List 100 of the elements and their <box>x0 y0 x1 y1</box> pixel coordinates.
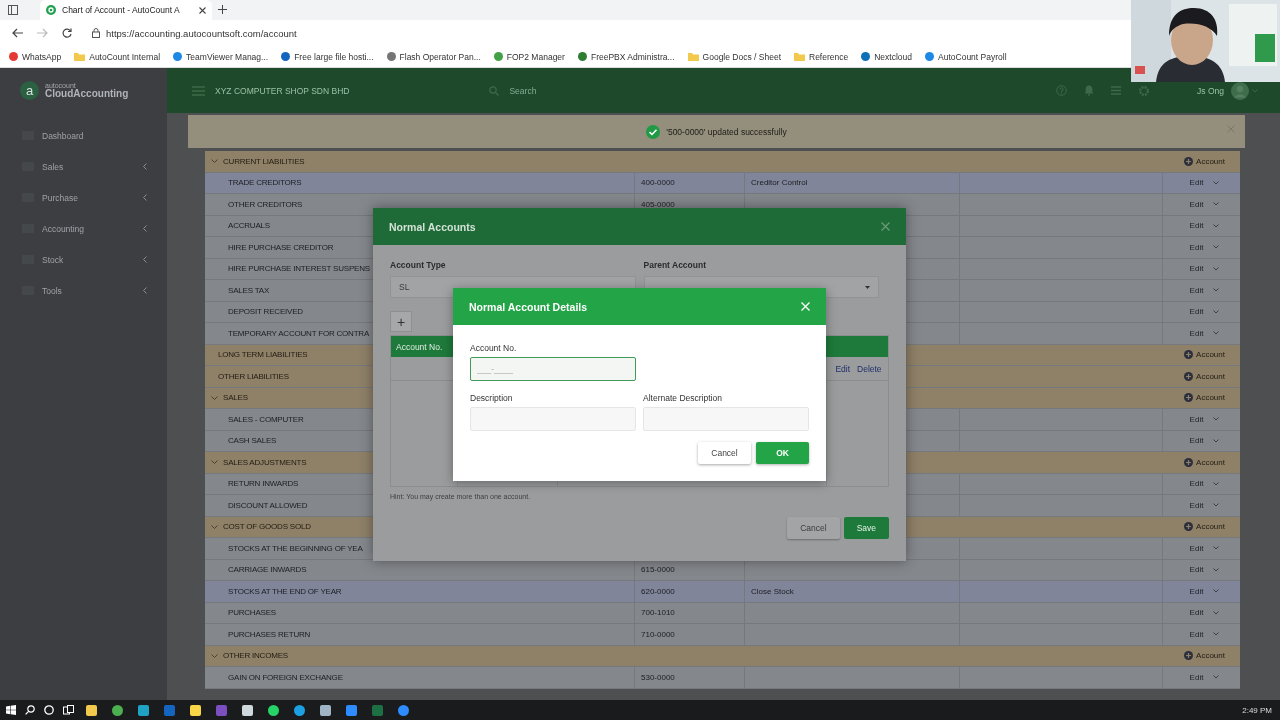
caret-icon[interactable] <box>1213 288 1220 293</box>
bookmark[interactable]: FOP2 Manager <box>493 51 565 62</box>
edit-button[interactable]: Edit <box>1189 586 1204 596</box>
bookmark[interactable]: AutoCount Internal <box>74 51 161 62</box>
edit-button[interactable]: Edit <box>1189 672 1204 682</box>
caret-icon[interactable] <box>1213 266 1220 271</box>
add-button[interactable]: + <box>390 311 412 332</box>
caret-icon[interactable] <box>1213 180 1220 185</box>
caret-icon[interactable] <box>1213 503 1220 508</box>
window-icon[interactable] <box>8 5 18 15</box>
bookmark[interactable]: AutoCount Payroll <box>925 51 1007 62</box>
bell-icon[interactable] <box>1084 85 1095 96</box>
app-icon[interactable] <box>346 704 357 716</box>
edit-button[interactable]: Edit <box>1189 543 1204 553</box>
app-icon[interactable] <box>268 704 279 716</box>
edit-button[interactable]: Edit <box>1189 608 1204 618</box>
edit-button[interactable]: Edit <box>1189 264 1204 274</box>
add-account-button[interactable]: Account <box>1184 651 1225 661</box>
caret-icon[interactable] <box>1213 481 1220 486</box>
input-field[interactable]: ___-____ <box>470 357 636 381</box>
caret-icon[interactable] <box>1213 202 1220 207</box>
task-view-icon[interactable] <box>63 705 74 715</box>
forward-icon[interactable] <box>37 28 48 38</box>
windows-icon[interactable] <box>6 705 16 715</box>
add-account-button[interactable]: Account <box>1184 350 1225 360</box>
sidebar-item[interactable]: Stock <box>0 244 167 275</box>
add-account-button[interactable]: Account <box>1184 156 1225 166</box>
caret-icon[interactable] <box>1213 567 1220 572</box>
app-icon[interactable] <box>294 704 305 716</box>
url-text[interactable]: https://accounting.autocountsoft.com/account <box>106 27 297 39</box>
user-name[interactable]: Js Ong <box>1197 85 1224 96</box>
company-name[interactable]: XYZ COMPUTER SHOP SDN BHD <box>215 85 350 96</box>
browser-tab[interactable]: Chart of Account - AutoCount A <box>40 0 212 20</box>
add-account-button[interactable]: Account <box>1184 522 1225 532</box>
caret-icon[interactable] <box>1213 675 1220 680</box>
group-row[interactable]: OTHER INCOMES Account <box>205 645 1240 667</box>
caret-icon[interactable] <box>1213 610 1220 615</box>
app-icon[interactable] <box>242 704 253 716</box>
edit-button[interactable]: Edit <box>1189 414 1204 424</box>
circle-icon[interactable] <box>44 705 54 715</box>
app-icon[interactable] <box>112 704 123 716</box>
cancel-button[interactable]: Cancel <box>787 517 840 539</box>
table-link[interactable]: Edit <box>835 363 851 374</box>
caret-icon[interactable] <box>1213 245 1220 250</box>
sidebar-item[interactable]: Tools <box>0 275 167 306</box>
edit-button[interactable]: Edit <box>1189 242 1204 252</box>
caret-icon[interactable] <box>1213 438 1220 443</box>
edit-button[interactable]: Edit <box>1189 221 1204 231</box>
bookmark[interactable]: FreePBX Administra... <box>577 51 675 62</box>
group-row[interactable]: CURRENT LIABILITIES Account <box>205 151 1240 173</box>
edit-button[interactable]: Edit <box>1189 629 1204 639</box>
bookmark[interactable]: Reference <box>794 51 849 62</box>
back-icon[interactable] <box>12 28 23 38</box>
edit-button[interactable]: Edit <box>1189 199 1204 209</box>
edit-button[interactable]: Edit <box>1189 436 1204 446</box>
sidebar-item[interactable]: Dashboard <box>0 120 167 151</box>
bookmark[interactable]: Google Docs / Sheet <box>687 51 781 62</box>
bookmark[interactable]: Free large file hosti... <box>281 51 374 62</box>
edit-button[interactable]: Edit <box>1189 479 1204 489</box>
app-icon[interactable] <box>190 704 201 716</box>
reload-icon[interactable] <box>62 28 72 38</box>
edit-button[interactable]: Edit <box>1189 178 1204 188</box>
sidebar-item[interactable]: Purchase <box>0 182 167 213</box>
bookmark[interactable]: Flash Operator Pan... <box>386 51 481 62</box>
edit-button[interactable]: Edit <box>1189 328 1204 338</box>
search-field[interactable]: Search <box>509 85 1047 96</box>
sidebar-item[interactable]: Sales <box>0 151 167 182</box>
list-icon[interactable] <box>1111 86 1122 95</box>
ok-button[interactable]: OK <box>756 442 809 464</box>
caret-icon[interactable] <box>1213 589 1220 594</box>
search-icon[interactable] <box>25 705 35 715</box>
edit-button[interactable]: Edit <box>1189 307 1204 317</box>
edit-button[interactable]: Edit <box>1189 500 1204 510</box>
plus-icon[interactable] <box>218 5 227 14</box>
sidebar-item[interactable]: Accounting <box>0 213 167 244</box>
add-account-button[interactable]: Account <box>1184 371 1225 381</box>
close-icon[interactable] <box>199 6 206 14</box>
caret-icon[interactable] <box>1213 417 1220 422</box>
table-link[interactable]: Delete <box>857 363 882 374</box>
caret-icon[interactable] <box>1213 309 1220 314</box>
app-icon[interactable] <box>138 704 149 716</box>
caret-icon[interactable] <box>1213 223 1220 228</box>
bookmark[interactable]: WhatsApp <box>9 51 62 62</box>
caret-icon[interactable] <box>1252 88 1258 93</box>
bookmark[interactable]: Nextcloud <box>861 51 913 62</box>
cancel-button[interactable]: Cancel <box>698 442 751 464</box>
app-icon[interactable] <box>398 704 409 716</box>
add-account-button[interactable]: Account <box>1184 393 1225 403</box>
caret-icon[interactable] <box>1213 546 1220 551</box>
app-icon[interactable] <box>320 704 331 716</box>
edit-button[interactable]: Edit <box>1189 565 1204 575</box>
caret-icon[interactable] <box>1213 632 1220 637</box>
avatar-icon[interactable] <box>1231 81 1249 100</box>
add-account-button[interactable]: Account <box>1184 457 1225 467</box>
bookmark[interactable]: TeamViewer Manag... <box>173 51 269 62</box>
app-icon[interactable] <box>86 704 97 716</box>
caret-icon[interactable] <box>1213 331 1220 336</box>
save-button[interactable]: Save <box>843 517 889 539</box>
settings-icon[interactable] <box>1138 84 1151 97</box>
edit-button[interactable]: Edit <box>1189 285 1204 295</box>
